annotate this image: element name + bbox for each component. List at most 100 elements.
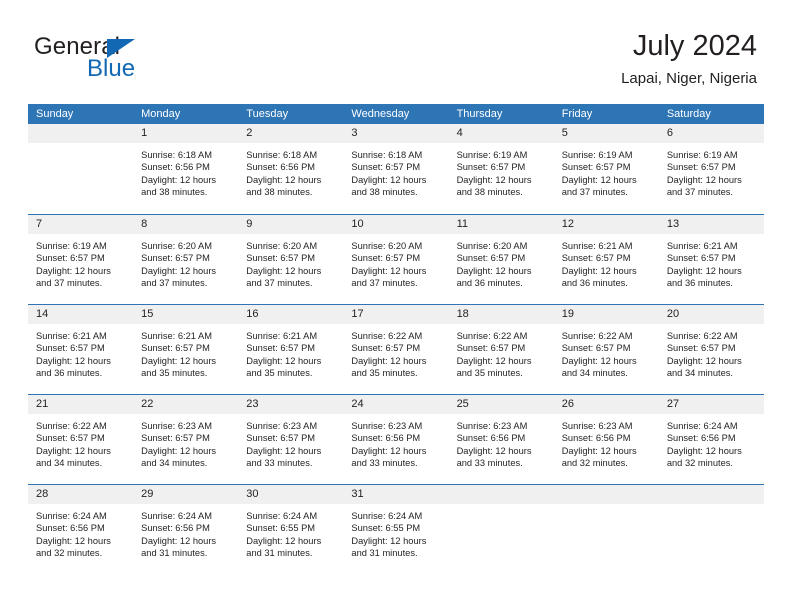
day-number: 12 (553, 215, 659, 234)
day-details: Sunrise: 6:18 AM Sunset: 6:56 PM Daylight:… (133, 143, 238, 199)
daylight-text-line2: and 31 minutes. (246, 548, 313, 559)
daylight-text-line1: Daylight: 12 hours (351, 445, 427, 456)
day-cell[interactable]: 29 Sunrise: 6:24 AM Sunset: 6:56 PM Dayligh… (133, 485, 239, 574)
calendar-week-row: 1 Sunrise: 6:18 AM Sunset: 6:56 PM Daylight… (28, 124, 764, 214)
daylight-text-line2: and 38 minutes. (351, 187, 418, 198)
weekday-header-sunday: Sunday (36, 108, 74, 120)
sunrise-text: Sunrise: 6:24 AM (351, 511, 423, 521)
daylight-text-line2: and 38 minutes. (456, 187, 523, 198)
daylight-text-line2: and 36 minutes. (36, 368, 103, 379)
daylight-text-line1: Daylight: 12 hours (456, 355, 532, 366)
day-cell[interactable]: 15 Sunrise: 6:21 AM Sunset: 6:57 PM Dayligh… (133, 305, 239, 394)
day-cell[interactable]: 3 Sunrise: 6:18 AM Sunset: 6:57 PM Daylight… (343, 124, 449, 214)
day-details: Sunrise: 6:24 AM Sunset: 6:55 PM Daylight:… (343, 504, 448, 560)
daylight-text-line2: and 36 minutes. (561, 278, 628, 289)
daylight-text-line1: Daylight: 12 hours (456, 174, 532, 185)
day-cell[interactable]: 19 Sunrise: 6:22 AM Sunset: 6:57 PM Dayligh… (553, 305, 659, 394)
daylight-text-line1: Daylight: 12 hours (246, 355, 322, 366)
day-number: 4 (448, 124, 554, 143)
day-number: 24 (343, 395, 449, 414)
sunset-text: Sunset: 6:57 PM (456, 343, 526, 354)
day-cell[interactable]: 26 Sunrise: 6:23 AM Sunset: 6:56 PM Dayligh… (553, 395, 659, 484)
day-cell[interactable]: 14 Sunrise: 6:21 AM Sunset: 6:57 PM Dayligh… (28, 305, 134, 394)
day-cell[interactable]: 1 Sunrise: 6:18 AM Sunset: 6:56 PM Daylight… (133, 124, 239, 214)
sunset-text: Sunset: 6:57 PM (456, 162, 526, 173)
sunset-text: Sunset: 6:57 PM (561, 343, 631, 354)
sunset-text: Sunset: 6:57 PM (36, 343, 105, 354)
day-cell[interactable]: 30 Sunrise: 6:24 AM Sunset: 6:55 PM Dayligh… (238, 485, 344, 574)
daylight-text-line2: and 32 minutes. (561, 458, 628, 469)
day-cell[interactable]: 25 Sunrise: 6:23 AM Sunset: 6:56 PM Dayligh… (448, 395, 554, 484)
page-title: July 2024 (632, 30, 757, 62)
day-number: 20 (658, 305, 764, 324)
day-details: Sunrise: 6:20 AM Sunset: 6:57 PM Daylight:… (343, 234, 448, 290)
day-cell[interactable]: 21 Sunrise: 6:22 AM Sunset: 6:57 PM Dayligh… (28, 395, 134, 484)
daylight-text-line2: and 37 minutes. (141, 278, 208, 289)
daylight-text-line2: and 31 minutes. (141, 548, 208, 559)
sunrise-text: Sunrise: 6:21 AM (246, 331, 318, 341)
day-cell[interactable]: 9 Sunrise: 6:20 AM Sunset: 6:57 PM Daylight… (238, 215, 344, 304)
day-cell[interactable]: 2 Sunrise: 6:18 AM Sunset: 6:56 PM Daylight… (238, 124, 344, 214)
day-cell[interactable]: 6 Sunrise: 6:19 AM Sunset: 6:57 PM Daylight… (658, 124, 764, 214)
daylight-text-line1: Daylight: 12 hours (666, 445, 742, 456)
day-cell[interactable]: 27 Sunrise: 6:24 AM Sunset: 6:56 PM Dayligh… (658, 395, 764, 484)
day-cell[interactable]: 17 Sunrise: 6:22 AM Sunset: 6:57 PM Dayligh… (343, 305, 449, 394)
sunrise-text: Sunrise: 6:22 AM (36, 421, 107, 431)
day-cell-empty (658, 485, 764, 574)
day-cell[interactable]: 13 Sunrise: 6:21 AM Sunset: 6:57 PM Dayligh… (658, 215, 764, 304)
day-cell[interactable]: 10 Sunrise: 6:20 AM Sunset: 6:57 PM Dayligh… (343, 215, 449, 304)
day-details: Sunrise: 6:24 AM Sunset: 6:55 PM Daylight:… (238, 504, 343, 560)
sunset-text: Sunset: 6:57 PM (351, 343, 421, 354)
day-number: 11 (448, 215, 554, 234)
sunrise-text: Sunrise: 6:23 AM (561, 421, 633, 431)
day-details: Sunrise: 6:21 AM Sunset: 6:57 PM Daylight:… (659, 234, 764, 290)
daylight-text-line1: Daylight: 12 hours (561, 265, 637, 276)
sunset-text: Sunset: 6:57 PM (456, 253, 526, 264)
sunrise-text: Sunrise: 6:18 AM (141, 150, 212, 160)
day-cell[interactable]: 5 Sunrise: 6:19 AM Sunset: 6:57 PM Daylight… (553, 124, 659, 214)
day-details: Sunrise: 6:23 AM Sunset: 6:57 PM Daylight:… (133, 414, 238, 470)
general-blue-logo[interactable]: General Blue (34, 34, 214, 86)
day-cell[interactable]: 16 Sunrise: 6:21 AM Sunset: 6:57 PM Dayligh… (238, 305, 344, 394)
sunset-text: Sunset: 6:55 PM (246, 523, 316, 534)
daylight-text-line1: Daylight: 12 hours (666, 174, 742, 185)
daylight-text-line2: and 34 minutes. (666, 368, 733, 379)
sunset-text: Sunset: 6:57 PM (666, 253, 736, 264)
day-number (553, 485, 659, 504)
daylight-text-line1: Daylight: 12 hours (351, 355, 427, 366)
day-number: 2 (238, 124, 344, 143)
day-number: 14 (28, 305, 134, 324)
day-cell[interactable]: 20 Sunrise: 6:22 AM Sunset: 6:57 PM Dayligh… (658, 305, 764, 394)
sunrise-text: Sunrise: 6:18 AM (246, 150, 318, 160)
sunset-text: Sunset: 6:57 PM (246, 253, 316, 264)
day-cell[interactable]: 18 Sunrise: 6:22 AM Sunset: 6:57 PM Dayligh… (448, 305, 554, 394)
day-number (448, 485, 554, 504)
sunrise-text: Sunrise: 6:19 AM (456, 150, 528, 160)
sunset-text: Sunset: 6:57 PM (141, 433, 210, 444)
daylight-text-line1: Daylight: 12 hours (36, 265, 111, 276)
day-cell[interactable]: 12 Sunrise: 6:21 AM Sunset: 6:57 PM Dayligh… (553, 215, 659, 304)
daylight-text-line2: and 38 minutes. (246, 187, 313, 198)
sunrise-text: Sunrise: 6:21 AM (36, 331, 107, 341)
day-cell[interactable]: 23 Sunrise: 6:23 AM Sunset: 6:57 PM Dayligh… (238, 395, 344, 484)
calendar-week-row: 21 Sunrise: 6:22 AM Sunset: 6:57 PM Dayligh… (28, 394, 764, 484)
day-cell[interactable]: 31 Sunrise: 6:24 AM Sunset: 6:55 PM Dayligh… (343, 485, 449, 574)
day-cell[interactable]: 7 Sunrise: 6:19 AM Sunset: 6:57 PM Daylight… (28, 215, 134, 304)
day-cell[interactable]: 11 Sunrise: 6:20 AM Sunset: 6:57 PM Dayligh… (448, 215, 554, 304)
day-number: 7 (28, 215, 134, 234)
day-cell[interactable]: 28 Sunrise: 6:24 AM Sunset: 6:56 PM Dayligh… (28, 485, 134, 574)
calendar-week-row: 14 Sunrise: 6:21 AM Sunset: 6:57 PM Dayligh… (28, 304, 764, 394)
sunrise-text: Sunrise: 6:21 AM (666, 241, 738, 251)
daylight-text-line1: Daylight: 12 hours (351, 535, 427, 546)
sunset-text: Sunset: 6:57 PM (246, 343, 316, 354)
sunrise-text: Sunrise: 6:20 AM (141, 241, 212, 251)
day-cell-empty (448, 485, 554, 574)
daylight-text-line1: Daylight: 12 hours (141, 355, 217, 366)
page-header: General Blue July 2024 Lapai, Niger, Nig… (0, 0, 792, 100)
day-cell[interactable]: 24 Sunrise: 6:23 AM Sunset: 6:56 PM Dayligh… (343, 395, 449, 484)
day-cell[interactable]: 22 Sunrise: 6:23 AM Sunset: 6:57 PM Dayligh… (133, 395, 239, 484)
daylight-text-line2: and 36 minutes. (456, 278, 523, 289)
daylight-text-line2: and 35 minutes. (246, 368, 313, 379)
day-cell[interactable]: 8 Sunrise: 6:20 AM Sunset: 6:57 PM Daylight… (133, 215, 239, 304)
day-cell[interactable]: 4 Sunrise: 6:19 AM Sunset: 6:57 PM Daylight… (448, 124, 554, 214)
